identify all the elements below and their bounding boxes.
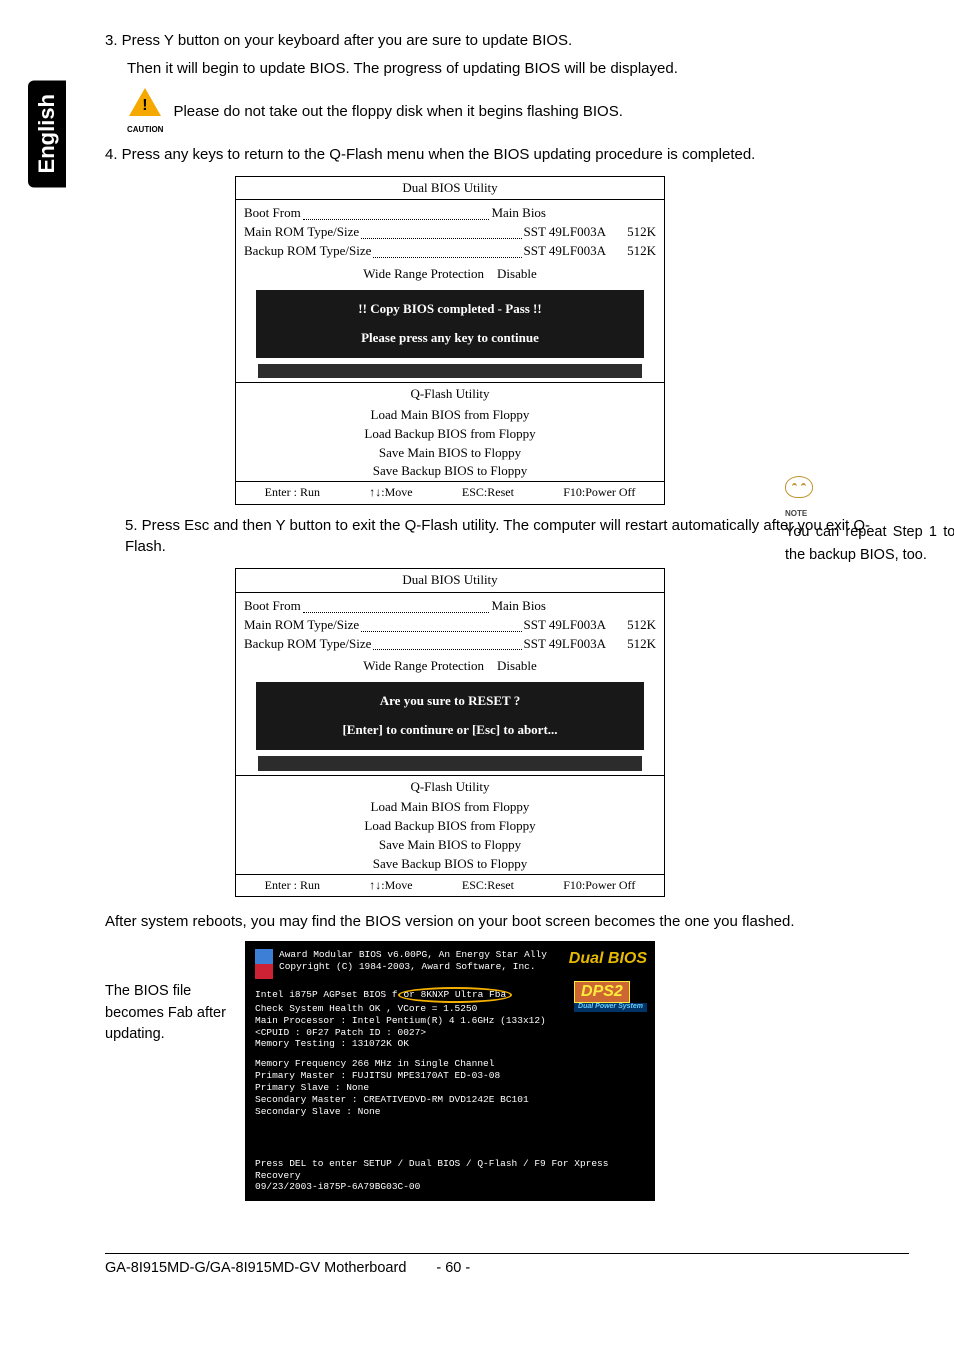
dps-badge: DPS2 Dual Power System [574,981,647,1012]
note-label: NOTE [785,508,954,521]
page-content: 3. Press Y button on your keyboard after… [105,30,909,1279]
boot-foot2: 09/23/2003-i875P-6A79BG03C-00 [255,1181,645,1193]
menu-item[interactable]: Save Backup BIOS to Floppy [236,462,664,481]
boot-l7: Primary Master : FUJITSU MPE3170AT ED-03… [255,1070,645,1082]
keybar: Enter : Run ↑↓:Move ESC:Reset F10:Power … [236,874,664,896]
aside-update-note: The BIOS file becomes Fab after updating… [105,981,230,1046]
dps-badge-sub: Dual Power System [574,1003,647,1012]
key-esc: ESC:Reset [462,484,514,501]
wrp-label: Wide Range Protection [363,658,484,673]
boot-from-val: Main Bios [491,204,546,223]
main-rom-size: 512K [606,223,656,242]
bios-msg2: [Enter] to continure or [Esc] to abort..… [264,721,636,740]
backup-rom-label: Backup ROM Type/Size [244,242,371,261]
caution-icon [129,88,161,116]
backup-rom-val: SST 49LF003A [524,242,606,261]
menu-item[interactable]: Load Backup BIOS from Floppy [236,817,664,836]
qflash-title: Q-Flash Utility [236,775,664,799]
dual-bios-badge: Dual BIOS [569,949,647,969]
backup-rom-val: SST 49LF003A [524,635,606,654]
bios-utility-box-2: Dual BIOS Utility Boot From Main Bios Ma… [235,568,665,897]
bios-msg1: Are you sure to RESET ? [264,692,636,711]
qflash-menu: Load Main BIOS from Floppy Load Backup B… [236,798,664,873]
key-enter: Enter : Run [265,484,320,501]
boot-screen: Dual BIOS DPS2 Dual Power System Award M… [245,941,655,1201]
boot-from-label: Boot From [244,597,301,616]
key-move: ↑↓:Move [369,484,412,501]
menu-item[interactable]: Save Main BIOS to Floppy [236,836,664,855]
step-3-line1: 3. Press Y button on your keyboard after… [105,30,909,52]
bios-message-panel-2: Are you sure to RESET ? [Enter] to conti… [256,682,644,750]
bios-msg1: !! Copy BIOS completed - Pass !! [264,300,636,319]
boot-head1: Award Modular BIOS v6.00PG, An Energy St… [279,949,547,961]
obscured-line: xxxx xxxxxx xx xxxxx [258,756,642,771]
key-enter: Enter : Run [265,877,320,894]
after-reboot-text: After system reboots, you may find the B… [105,911,909,933]
main-rom-val: SST 49LF003A [524,616,606,635]
menu-item[interactable]: Load Main BIOS from Floppy [236,406,664,425]
main-rom-val: SST 49LF003A [524,223,606,242]
wrp-val: Disable [497,658,537,673]
wrp-label: Wide Range Protection [363,266,484,281]
caution-block: CAUTION Please do not take out the flopp… [127,88,909,136]
boot-l3: Main Processor : Intel Pentium(R) 4 1.6G… [255,1015,645,1027]
menu-item[interactable]: Save Backup BIOS to Floppy [236,855,664,874]
key-f10: F10:Power Off [563,877,635,894]
caution-label: CAUTION [127,124,163,136]
step-3-line2: Then it will begin to update BIOS. The p… [127,58,909,80]
main-rom-label: Main ROM Type/Size [244,616,359,635]
boot-from-val: Main Bios [491,597,546,616]
bios-utility-box-1: Dual BIOS Utility Boot From Main Bios Ma… [235,176,665,505]
wrp-val: Disable [497,266,537,281]
note-icon [785,476,813,498]
dps-badge-text: DPS2 [574,981,630,1003]
backup-rom-label: Backup ROM Type/Size [244,635,371,654]
language-tab: English [28,80,66,187]
main-rom-label: Main ROM Type/Size [244,223,359,242]
boot-l4: <CPUID : 0F27 Patch ID : 0027> [255,1027,645,1039]
bios-message-panel-1: !! Copy BIOS completed - Pass !! Please … [256,290,644,358]
menu-item[interactable]: Load Main BIOS from Floppy [236,798,664,817]
backup-rom-size: 512K [606,242,656,261]
obscured-line: xxxx xxxxxx xx xxxxx [258,364,642,379]
key-move: ↑↓:Move [369,877,412,894]
boot-l6: Memory Frequency 266 MHz in Single Chann… [255,1058,645,1070]
boot-from-label: Boot From [244,204,301,223]
bios-title: Dual BIOS Utility [236,569,664,593]
qflash-menu: Load Main BIOS from Floppy Load Backup B… [236,406,664,481]
footer-model: GA-8I915MD-G/GA-8I915MD-GV Motherboard [105,1258,406,1279]
main-rom-size: 512K [606,616,656,635]
bios-msg2: Please press any key to continue [264,329,636,348]
key-esc: ESC:Reset [462,877,514,894]
boot-l1a: Intel i875P AGPset BIOS f [255,989,398,1000]
step-4: 4. Press any keys to return to the Q-Fla… [105,144,909,166]
backup-rom-size: 512K [606,635,656,654]
page-footer: GA-8I915MD-G/GA-8I915MD-GV Motherboard -… [105,1253,909,1279]
bios-version-highlight: or 8KNXP Ultra Fba [398,987,513,1003]
boot-l9: Secondary Master : CREATIVEDVD-RM DVD124… [255,1094,645,1106]
caution-text: Please do not take out the floppy disk w… [173,101,622,123]
boot-l10: Secondary Slave : None [255,1106,645,1118]
key-f10: F10:Power Off [563,484,635,501]
boot-head2: Copyright (C) 1984-2003, Award Software,… [279,961,547,973]
footer-page: - 60 - [436,1258,470,1279]
keybar: Enter : Run ↑↓:Move ESC:Reset F10:Power … [236,481,664,503]
award-logo-icon [255,949,273,979]
qflash-title: Q-Flash Utility [236,382,664,406]
note-aside: NOTE You can repeat Step 1 to 4 to flash… [785,476,954,567]
note-text: You can repeat Step 1 to 4 to flash the … [785,521,954,567]
boot-l8: Primary Slave : None [255,1082,645,1094]
boot-l5: Memory Testing : 131072K OK [255,1038,645,1050]
menu-item[interactable]: Load Backup BIOS from Floppy [236,425,664,444]
boot-foot1: Press DEL to enter SETUP / Dual BIOS / Q… [255,1158,645,1182]
bios-title: Dual BIOS Utility [236,177,664,201]
menu-item[interactable]: Save Main BIOS to Floppy [236,444,664,463]
